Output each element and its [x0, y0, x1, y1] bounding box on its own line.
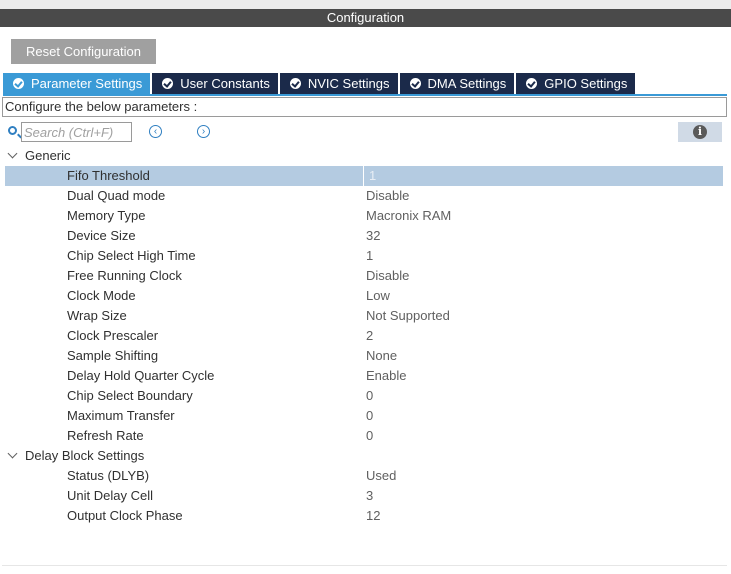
param-value[interactable]: Used	[366, 466, 396, 486]
param-value[interactable]: None	[366, 346, 397, 366]
info-button[interactable]: i	[678, 122, 722, 142]
param-row-free-running-clock[interactable]: Free Running Clock Disable	[5, 266, 723, 286]
param-name: Status (DLYB)	[67, 468, 150, 483]
info-icon: i	[693, 125, 707, 139]
param-name: Fifo Threshold	[67, 168, 150, 183]
param-value[interactable]: 2	[366, 326, 373, 346]
title-bar: Configuration	[0, 0, 731, 28]
param-name: Chip Select High Time	[67, 248, 196, 263]
param-name: Wrap Size	[67, 308, 127, 323]
group-delay-block-settings[interactable]: Delay Block Settings	[0, 446, 731, 466]
param-name: Dual Quad mode	[67, 188, 166, 203]
param-value[interactable]: 0	[366, 426, 373, 446]
param-name: Clock Prescaler	[67, 328, 159, 343]
chevron-down-icon	[7, 448, 18, 459]
value-divider	[363, 166, 364, 186]
tab-label: Parameter Settings	[31, 76, 143, 91]
tab-parameter-settings[interactable]: Parameter Settings	[3, 73, 151, 94]
param-row-status-dlyb[interactable]: Status (DLYB) Used	[5, 466, 723, 486]
param-name: Output Clock Phase	[67, 508, 183, 523]
tab-underline	[3, 94, 727, 96]
reset-configuration-button[interactable]: Reset Configuration	[11, 39, 156, 64]
param-value[interactable]: Disable	[366, 186, 409, 206]
param-name: Clock Mode	[67, 288, 136, 303]
param-value[interactable]: 0	[366, 386, 373, 406]
param-row-wrap-size[interactable]: Wrap Size Not Supported	[5, 306, 723, 326]
param-row-unit-delay-cell[interactable]: Unit Delay Cell 3	[5, 486, 723, 506]
param-value[interactable]: 32	[366, 226, 380, 246]
configure-description: Configure the below parameters :	[2, 97, 727, 117]
param-row-device-size[interactable]: Device Size 32	[5, 226, 723, 246]
param-row-maximum-transfer[interactable]: Maximum Transfer 0	[5, 406, 723, 426]
param-value[interactable]: 3	[366, 486, 373, 506]
group-generic[interactable]: Generic	[0, 146, 731, 166]
param-name: Memory Type	[67, 208, 146, 223]
window-title: Configuration	[0, 9, 731, 27]
param-row-refresh-rate[interactable]: Refresh Rate 0	[5, 426, 723, 446]
param-name: Maximum Transfer	[67, 408, 175, 423]
param-value[interactable]: Low	[366, 286, 390, 306]
param-value[interactable]: 0	[366, 406, 373, 426]
param-value[interactable]: Enable	[366, 366, 406, 386]
chevron-right-circle-icon[interactable]: ›	[197, 125, 210, 138]
tab-label: User Constants	[180, 76, 270, 91]
group-label: Delay Block Settings	[25, 448, 145, 463]
param-row-fifo-threshold[interactable]: Fifo Threshold 1	[5, 166, 723, 186]
check-circle-icon	[13, 78, 24, 89]
check-circle-icon	[289, 78, 301, 89]
param-row-chip-select-high-time[interactable]: Chip Select High Time 1	[5, 246, 723, 266]
check-circle-icon	[526, 78, 538, 89]
tab-label: DMA Settings	[427, 76, 507, 91]
param-value[interactable]: 1	[366, 246, 373, 266]
tab-bar: Parameter Settings User Constants NVIC S…	[3, 73, 637, 94]
tab-dma-settings[interactable]: DMA Settings	[399, 73, 515, 94]
check-circle-icon	[162, 78, 174, 89]
param-name: Free Running Clock	[67, 268, 182, 283]
param-name: Chip Select Boundary	[67, 388, 193, 403]
tab-label: GPIO Settings	[544, 76, 628, 91]
param-name: Device Size	[67, 228, 136, 243]
param-row-chip-select-boundary[interactable]: Chip Select Boundary 0	[5, 386, 723, 406]
search-input[interactable]	[21, 122, 132, 142]
tab-user-constants[interactable]: User Constants	[152, 73, 278, 94]
param-name: Unit Delay Cell	[67, 488, 153, 503]
title-bar-top-strip	[0, 0, 731, 9]
param-name: Sample Shifting	[67, 348, 159, 363]
param-row-clock-mode[interactable]: Clock Mode Low	[5, 286, 723, 306]
param-value[interactable]: Macronix RAM	[366, 206, 451, 226]
param-value[interactable]: 1	[366, 167, 726, 185]
group-label: Generic	[25, 148, 71, 163]
param-row-dual-quad-mode[interactable]: Dual Quad mode Disable	[5, 186, 723, 206]
panel-bottom-border	[2, 565, 727, 566]
param-name: Refresh Rate	[67, 428, 144, 443]
param-row-delay-hold-quarter-cycle[interactable]: Delay Hold Quarter Cycle Enable	[5, 366, 723, 386]
chevron-left-circle-icon[interactable]: ‹	[149, 125, 162, 138]
param-row-sample-shifting[interactable]: Sample Shifting None	[5, 346, 723, 366]
param-name: Delay Hold Quarter Cycle	[67, 368, 215, 383]
param-value[interactable]: Disable	[366, 266, 409, 286]
tab-label: NVIC Settings	[307, 76, 390, 91]
param-value[interactable]: Not Supported	[366, 306, 450, 326]
chevron-down-icon	[7, 148, 18, 159]
search-row: ‹ › i	[0, 121, 731, 143]
tab-nvic-settings[interactable]: NVIC Settings	[279, 73, 398, 94]
param-row-memory-type[interactable]: Memory Type Macronix RAM	[5, 206, 723, 226]
check-circle-icon	[409, 78, 421, 89]
tab-gpio-settings[interactable]: GPIO Settings	[516, 73, 636, 94]
param-row-clock-prescaler[interactable]: Clock Prescaler 2	[5, 326, 723, 346]
search-icon	[8, 126, 17, 135]
param-value[interactable]: 12	[366, 506, 380, 526]
param-row-output-clock-phase[interactable]: Output Clock Phase 12	[5, 506, 723, 526]
